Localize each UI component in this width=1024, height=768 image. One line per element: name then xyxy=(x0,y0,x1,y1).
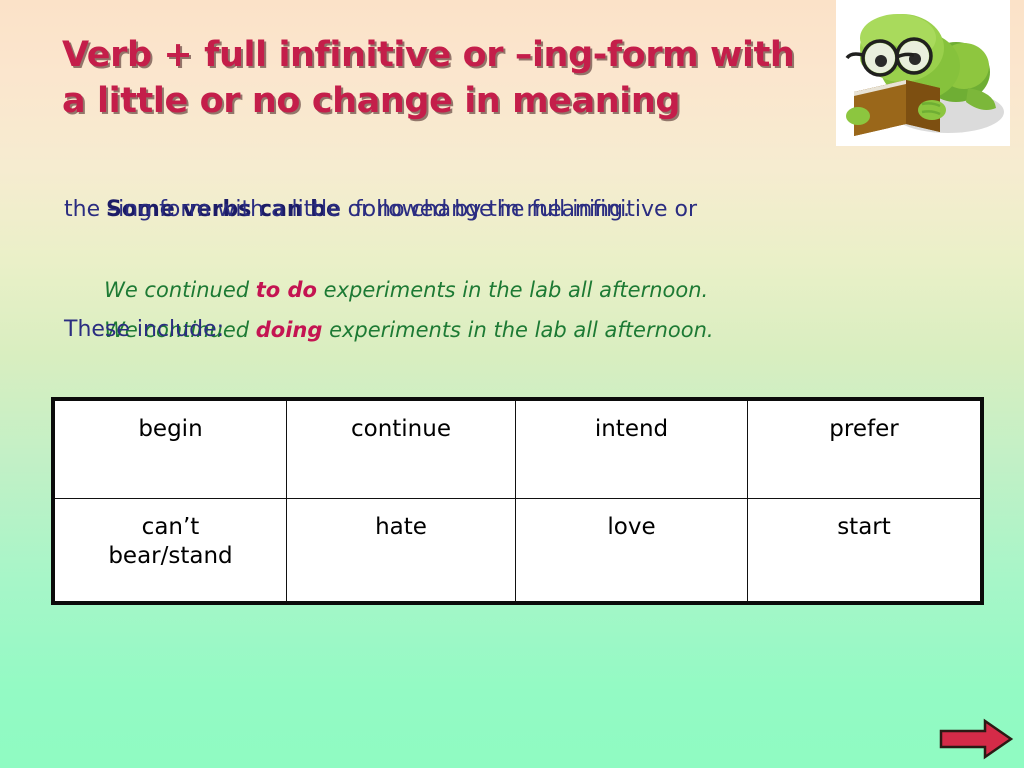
example-2-highlight: doing xyxy=(255,318,323,342)
example-1-before: We continued xyxy=(104,278,256,302)
table-row: begin continue intend prefer xyxy=(52,398,983,499)
example-1-highlight: to do xyxy=(255,278,317,302)
table-cell-verb: prefer xyxy=(747,398,983,499)
table-cell-verb: can’t bear/stand xyxy=(52,498,287,604)
table-cell-verb: hate xyxy=(286,498,516,604)
example-1-after: experiments in the lab all afternoon. xyxy=(317,278,709,302)
body-line-1: Some verbs can be followed by the full i… xyxy=(64,150,804,222)
table-cell-verb: begin xyxy=(52,398,287,499)
table-row: can’t bear/stand hate love start xyxy=(52,498,983,604)
reading-frog-icon xyxy=(836,0,1010,146)
verb-list-table: begin continue intend prefer can’t bear/… xyxy=(51,397,984,605)
table-cell-verb: continue xyxy=(286,398,516,499)
body-text-block: Some verbs can be followed by the full i… xyxy=(64,150,804,350)
example-2-after: experiments in the lab all afternoon. xyxy=(322,318,714,342)
table-cell-verb: intend xyxy=(515,398,748,499)
table-cell-verb: start xyxy=(747,498,983,604)
next-slide-button[interactable] xyxy=(938,718,1014,760)
page-title: Verb + full infinitive or –ing-form with… xyxy=(62,35,795,121)
slide-canvas: Verb + full infinitive or –ing-form with… xyxy=(0,0,1024,768)
example-sentence-1: We continued to do experiments in the la… xyxy=(64,230,804,302)
reading-frog-image xyxy=(836,0,1010,146)
arrow-right-icon[interactable] xyxy=(938,718,1014,760)
table-cell-verb: love xyxy=(515,498,748,604)
